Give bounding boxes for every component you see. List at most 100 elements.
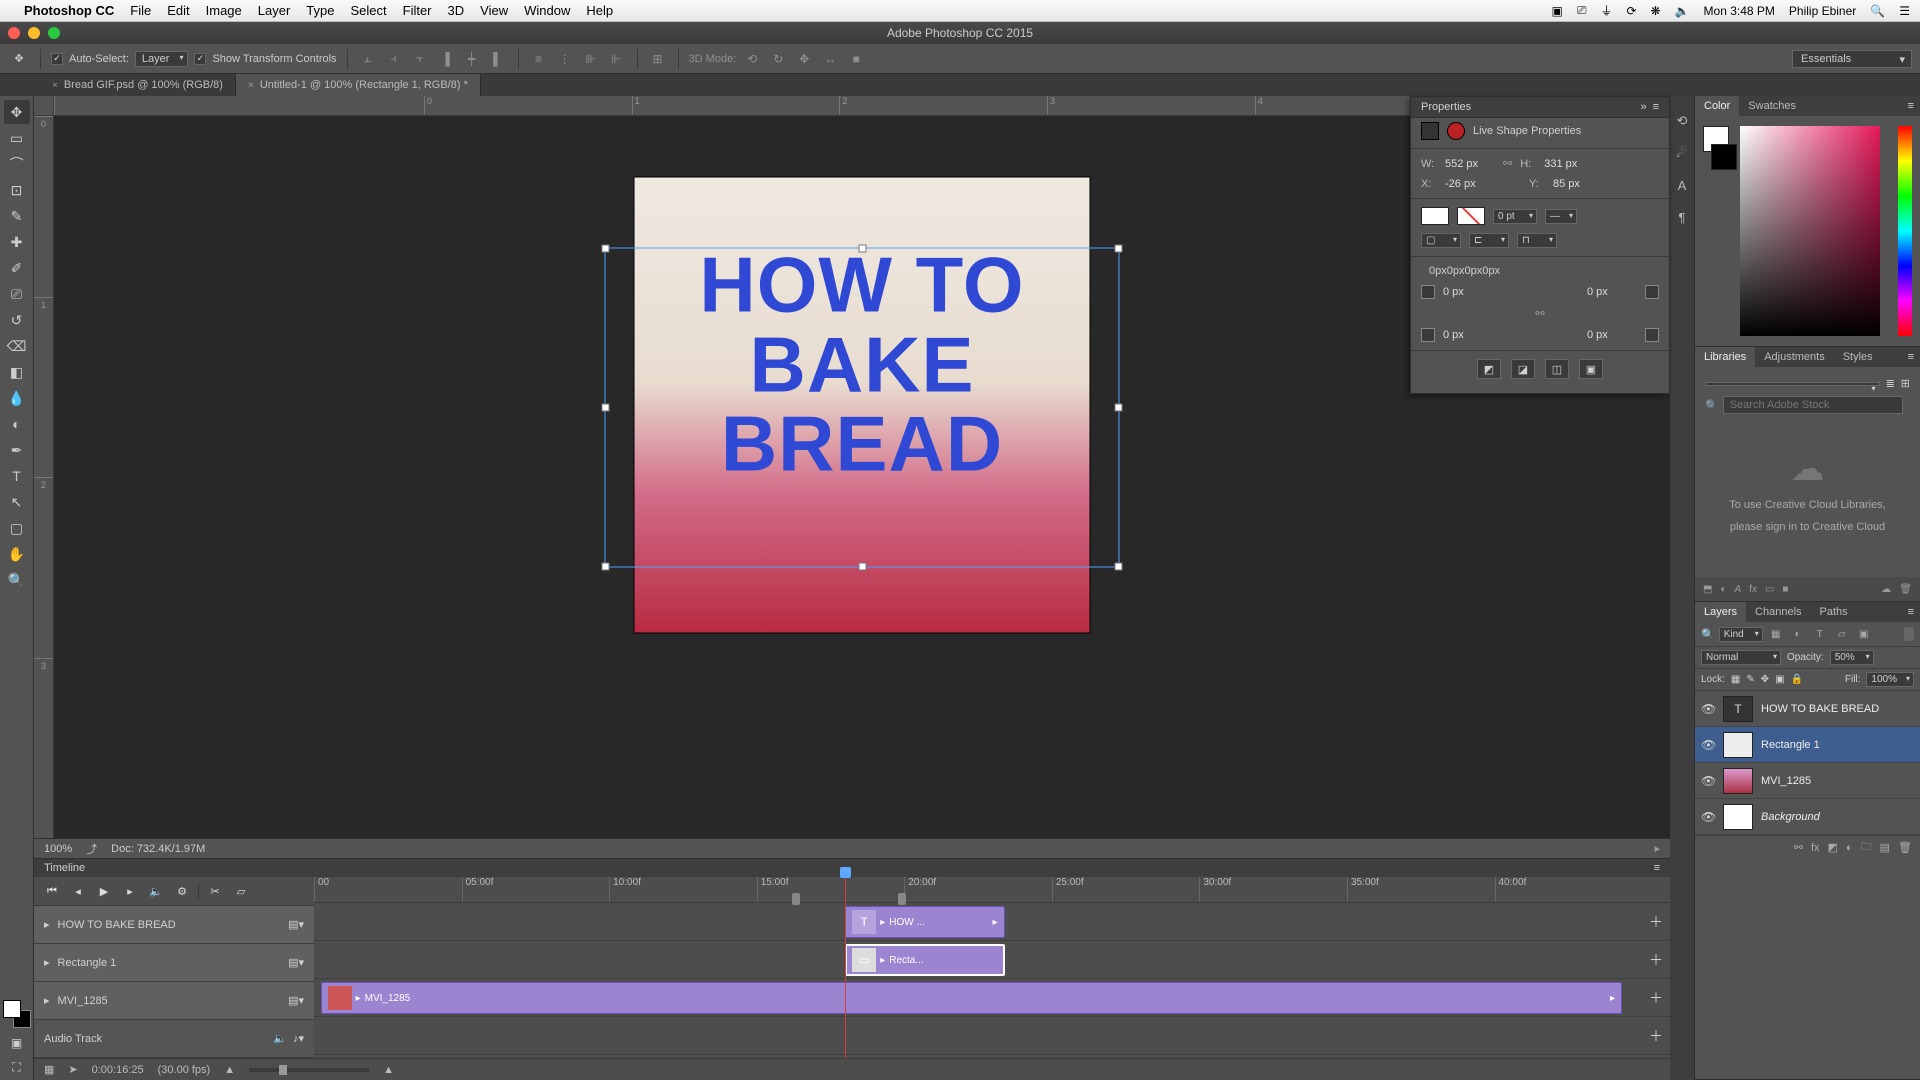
volume-icon[interactable]: 🔈 [1675,4,1690,18]
mute-icon[interactable]: 🔈 [146,881,166,901]
menu-3d[interactable]: 3D [448,3,465,18]
fx-icon[interactable]: ▭ [1765,584,1774,595]
corner-bl-field[interactable]: 0 px [1443,329,1493,341]
menu-filter[interactable]: Filter [403,3,432,18]
tab-swatches[interactable]: Swatches [1739,96,1805,116]
distribute-icon[interactable]: ⊩ [607,49,627,69]
track-row[interactable]: ▭ ▸ Recta... [314,941,1642,979]
brush-tool[interactable]: ✐ [4,256,30,280]
menu-help[interactable]: Help [586,3,613,18]
path-select-tool[interactable]: ↖ [4,490,30,514]
transition-icon[interactable]: ▱ [231,881,251,901]
visibility-toggle-icon[interactable]: 👁 [1701,702,1715,716]
align-right-icon[interactable]: ▌ [488,49,508,69]
add-media-button[interactable]: ＋ [1642,979,1670,1017]
fx-icon[interactable]: ■ [1782,584,1788,595]
align-left-icon[interactable]: ▐ [436,49,456,69]
menu-file[interactable]: File [130,3,151,18]
prev-frame-icon[interactable]: ◂ [68,881,88,901]
play-icon[interactable]: ▶ [94,881,114,901]
filter-smart-icon[interactable]: ▣ [1855,626,1873,642]
panel-tab-properties[interactable]: Properties »≡ [1411,97,1669,118]
panel-menu-icon[interactable]: ≡ [1902,602,1920,622]
ruler-origin[interactable] [34,96,54,116]
transform-handle[interactable] [858,244,866,252]
pathop-subtract-icon[interactable]: ◪ [1511,359,1535,379]
list-view-icon[interactable]: ≣ [1886,377,1895,390]
workspace-selector[interactable]: Essentials [1792,50,1912,68]
clock[interactable]: Mon 3:48 PM [1704,4,1775,18]
fill-field[interactable]: 100% [1866,672,1914,687]
align-bottom-icon[interactable]: ⫟ [410,49,430,69]
auto-select-dropdown[interactable]: Layer [135,51,189,67]
eraser-tool[interactable]: ⌫ [4,334,30,358]
cloud-sync-icon[interactable]: ☁ [1881,584,1891,595]
align-top-icon[interactable]: ⫠ [358,49,378,69]
menu-select[interactable]: Select [350,3,386,18]
playhead[interactable] [845,877,846,1058]
x-field[interactable]: -26 px [1445,178,1495,190]
corner-bl-type[interactable] [1421,328,1435,342]
color-picker[interactable] [1695,116,1920,346]
move-tool[interactable]: ✥ [4,100,30,124]
clip[interactable]: ▸ MVI_1285 ▸ [321,982,1622,1014]
y-field[interactable]: 85 px [1553,178,1603,190]
distribute-icon[interactable]: ⋮ [555,49,575,69]
playhead-handle[interactable] [840,867,851,878]
track-row[interactable]: ▸ MVI_1285 ▸ [314,979,1642,1017]
link-corners-icon[interactable]: ⚯ [1535,307,1544,320]
disclosure-icon[interactable]: ▸ [880,955,885,966]
layer-row[interactable]: 👁 Rectangle 1 [1695,727,1920,763]
color-field[interactable] [1740,126,1880,336]
menu-layer[interactable]: Layer [258,3,291,18]
dodge-tool[interactable]: ◐ [4,412,30,436]
filter-shape-icon[interactable]: ▱ [1833,626,1851,642]
user-name[interactable]: Philip Ebiner [1789,4,1856,18]
transform-handle[interactable] [1115,403,1123,411]
fx-icon[interactable]: ◐ [1720,584,1726,595]
fx-icon[interactable]: A [1735,584,1742,595]
fx-icon[interactable]: fx [1749,584,1757,595]
crop-tool[interactable]: ⊡ [4,178,30,202]
timeline-zoom-slider[interactable] [249,1068,369,1072]
pathop-intersect-icon[interactable]: ◫ [1545,359,1569,379]
display-icon[interactable]: ⎚ [1577,3,1587,18]
corner-tl-type[interactable] [1421,285,1435,299]
filter-toggle[interactable] [1904,627,1914,641]
autoalign-icon[interactable]: ⊞ [648,49,668,69]
blur-tool[interactable]: 💧 [4,386,30,410]
clip-menu-icon[interactable]: ▸ [993,917,998,928]
zoom-out-icon[interactable]: ▲ [224,1064,235,1076]
panel-menu-icon[interactable]: ≡ [1654,862,1660,874]
link-layers-icon[interactable]: ⚯ [1794,841,1803,854]
track-options-icon[interactable]: ▤▾ [288,918,304,931]
screen-record-icon[interactable]: ▣ [1551,4,1562,18]
disclosure-icon[interactable]: ▸ [44,956,50,969]
layer-fx-icon[interactable]: fx [1811,842,1820,854]
next-frame-icon[interactable]: ▸ [120,881,140,901]
layer-row[interactable]: 👁 T HOW TO BAKE BREAD [1695,691,1920,727]
paragraph-panel-icon[interactable]: ¶ [1673,208,1691,226]
track-options-icon[interactable]: ▤▾ [288,994,304,1007]
tab-paths[interactable]: Paths [1811,602,1857,622]
doc-tab[interactable]: × Untitled-1 @ 100% (Rectangle 1, RGB/8)… [236,74,481,96]
doc-tab[interactable]: × Bread GIF.psd @ 100% (RGB/8) [40,74,236,96]
lock-transparent-icon[interactable]: ▦ [1731,674,1740,685]
visibility-toggle-icon[interactable]: 👁 [1701,738,1715,752]
distribute-icon[interactable]: ≡ [529,49,549,69]
timecode[interactable]: 0:00:16:25 [92,1064,144,1076]
corner-br-field[interactable]: 0 px [1587,329,1637,341]
disclosure-icon[interactable]: ▸ [44,994,50,1007]
layer-name[interactable]: Background [1761,811,1820,823]
opacity-field[interactable]: 50% [1830,650,1874,665]
audio-mute-icon[interactable]: 🔈 [273,1032,287,1045]
brush-panel-icon[interactable]: ☄ [1673,144,1691,162]
stroke-caps-dropdown[interactable]: ⊏ [1469,233,1509,248]
layer-name[interactable]: Rectangle 1 [1761,739,1820,751]
filter-pixel-icon[interactable]: ▦ [1767,626,1785,642]
sync-icon[interactable]: ⟳ [1626,4,1636,18]
add-media-button[interactable]: ＋ [1642,903,1670,941]
align-hcenter-icon[interactable]: ┿ [462,49,482,69]
add-media-button[interactable]: ＋ [1642,941,1670,979]
history-panel-icon[interactable]: ⟲ [1673,112,1691,130]
